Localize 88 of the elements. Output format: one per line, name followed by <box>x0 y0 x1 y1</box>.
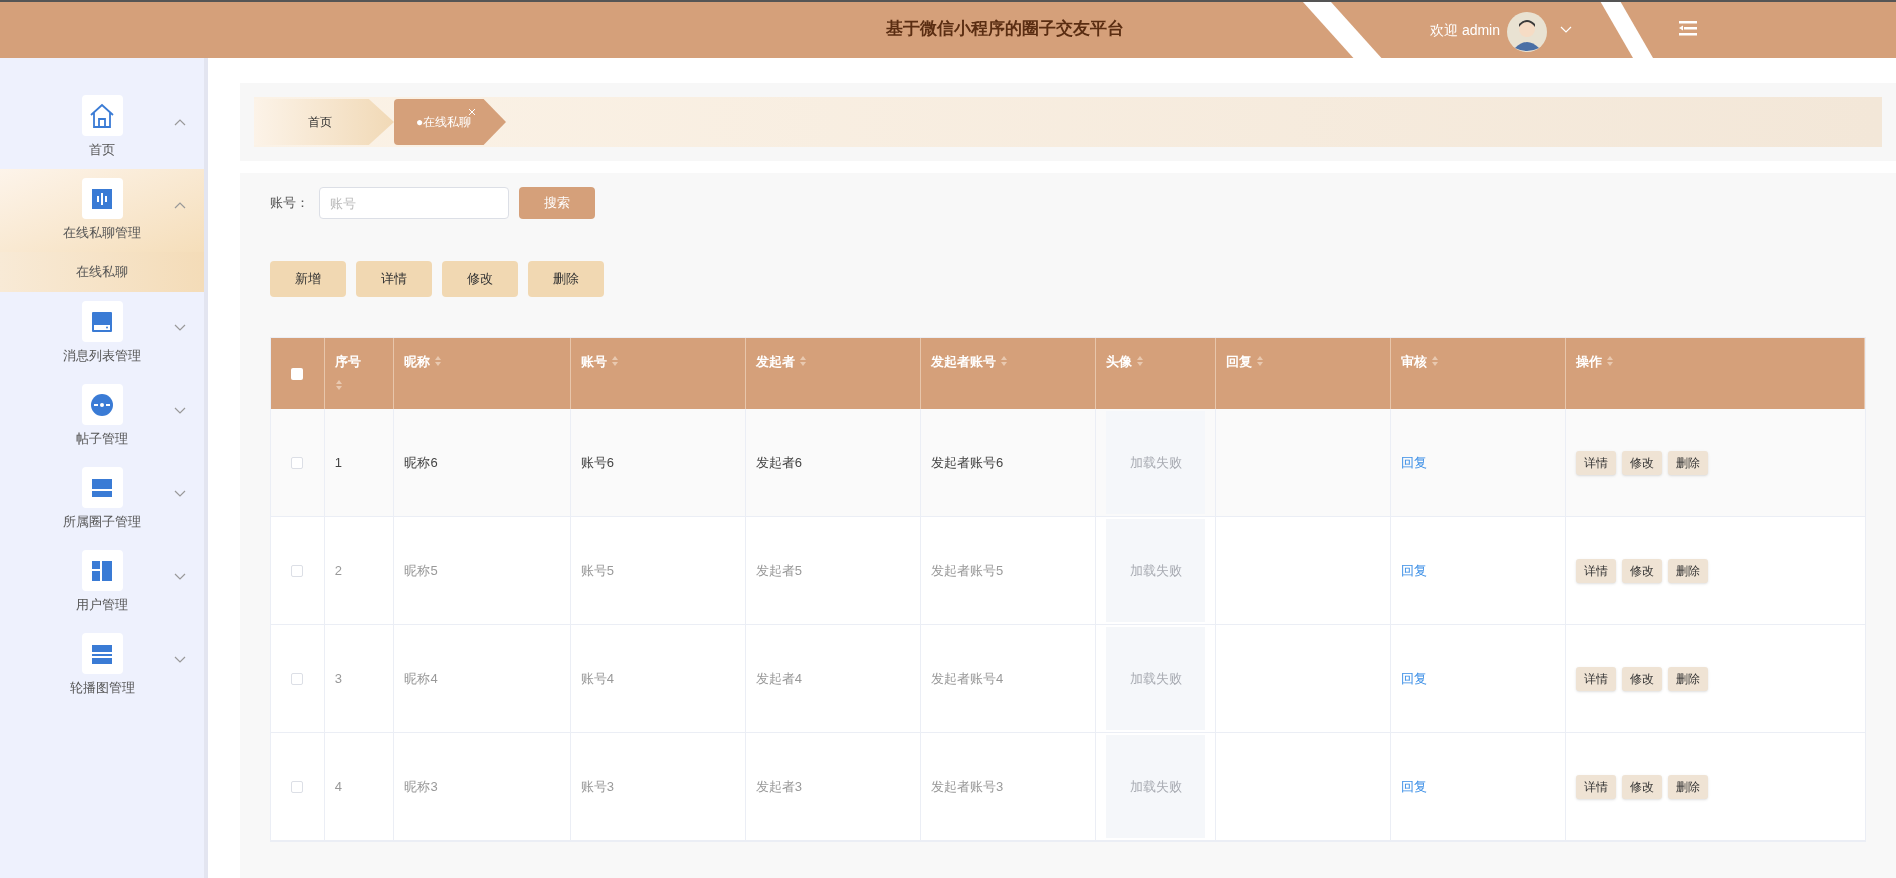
welcome-text: 欢迎 admin <box>1430 21 1501 40</box>
table-cell-text: 发起者6 <box>755 453 803 472</box>
toolbar-button[interactable]: 删除 <box>528 261 604 297</box>
row-action-button[interactable]: 详情 <box>1576 774 1617 799</box>
sidebar-label: 轮播图管理 <box>69 679 135 698</box>
sort-icon[interactable] <box>434 355 443 367</box>
select-all-checkbox[interactable] <box>291 367 304 380</box>
row-action-button[interactable]: 修改 <box>1622 774 1663 799</box>
table-cell-text: 发起者账号3 <box>931 777 1004 796</box>
chevron-down-icon[interactable] <box>174 490 186 498</box>
sidebar-label: 所属圈子管理 <box>63 513 141 532</box>
image-error-text: 加载失败 <box>1129 777 1182 796</box>
close-icon[interactable] <box>468 108 476 116</box>
sort-icon[interactable] <box>1431 355 1440 367</box>
row-action-button[interactable]: 修改 <box>1622 450 1663 475</box>
sidebar-label: 在线私聊管理 <box>63 224 141 243</box>
sidebar-item[interactable]: 所属圈子管理 <box>0 458 204 541</box>
row-action-button[interactable]: 修改 <box>1622 558 1663 583</box>
table-cell-text: 昵称4 <box>404 669 438 688</box>
table-cell-text: 昵称6 <box>404 453 438 472</box>
row-action-button[interactable]: 详情 <box>1576 450 1617 475</box>
row-action-button[interactable]: 详情 <box>1576 558 1617 583</box>
table-cell-text: 账号4 <box>580 669 614 688</box>
sidebar-item[interactable]: 消息列表管理 <box>0 292 204 375</box>
sort-icon[interactable] <box>1606 355 1615 367</box>
app-title: 基于微信小程序的圈子交友平台 <box>886 18 1124 40</box>
table-cell-text: 发起者账号4 <box>931 669 1004 688</box>
search-label: 账号： <box>270 194 309 213</box>
table-cell-text: 账号5 <box>580 561 614 580</box>
row-checkbox[interactable] <box>291 780 304 793</box>
sidebar-label: 首页 <box>89 141 115 160</box>
account-field[interactable]: 账号 <box>319 187 509 219</box>
row-action-button[interactable]: 删除 <box>1668 774 1709 799</box>
breadcrumb-label: ●在线私聊 <box>416 114 472 131</box>
sort-icon[interactable] <box>798 355 807 367</box>
image-error-text: 加载失败 <box>1129 669 1182 688</box>
chevron-down-icon[interactable] <box>174 573 186 581</box>
chevron-down-icon[interactable] <box>174 407 186 415</box>
sidebar-label: 用户管理 <box>76 596 128 615</box>
sidebar-item[interactable]: 首页 <box>0 86 204 169</box>
table-cell-text: 发起者3 <box>755 777 803 796</box>
toolbar-button[interactable]: 新增 <box>270 261 346 297</box>
reply-link[interactable]: 回复 <box>1401 668 1428 689</box>
reply-link[interactable]: 回复 <box>1401 776 1428 797</box>
row-action-button[interactable]: 删除 <box>1668 666 1709 691</box>
sort-icon[interactable] <box>1255 355 1264 367</box>
toolbar-button[interactable]: 修改 <box>442 261 518 297</box>
sort-icon[interactable] <box>334 378 343 391</box>
table-cell-text: 昵称5 <box>404 561 438 580</box>
breadcrumb-label: 首页 <box>308 114 332 131</box>
sidebar-item[interactable]: 用户管理 <box>0 541 204 624</box>
table-cell-text: 账号6 <box>580 453 614 472</box>
table-cell-text: 发起者账号5 <box>931 561 1004 580</box>
row-action-button[interactable]: 修改 <box>1622 666 1663 691</box>
table-cell-text: 发起者5 <box>755 561 803 580</box>
menu-icon[interactable] <box>1679 20 1697 36</box>
chevron-up-icon[interactable] <box>174 118 186 126</box>
image-error-text: 加载失败 <box>1129 561 1182 580</box>
avatar-icon[interactable] <box>1507 12 1547 52</box>
chevron-down-icon[interactable] <box>174 656 186 664</box>
reply-link[interactable]: 回复 <box>1401 560 1428 581</box>
sidebar-label: 消息列表管理 <box>63 347 141 366</box>
table-cell-text: 发起者账号6 <box>931 453 1004 472</box>
row-checkbox[interactable] <box>291 672 304 685</box>
chevron-down-icon[interactable] <box>174 324 186 332</box>
table-cell-text: 4 <box>334 777 342 796</box>
row-checkbox[interactable] <box>291 564 304 577</box>
row-checkbox[interactable] <box>291 456 304 469</box>
sort-icon[interactable] <box>610 355 619 367</box>
table-cell-text: 1 <box>334 453 342 472</box>
image-error-text: 加载失败 <box>1129 453 1182 472</box>
table-cell-text: 发起者4 <box>755 669 803 688</box>
table-cell-text: 昵称3 <box>404 777 438 796</box>
sidebar-label: 帖子管理 <box>76 430 128 449</box>
chevron-up-icon[interactable] <box>174 201 186 209</box>
submenu-item[interactable]: 在线私聊 <box>0 252 204 292</box>
sort-icon[interactable] <box>1000 355 1009 367</box>
table-cell-text: 2 <box>334 561 342 580</box>
table-cell-text: 账号3 <box>580 777 614 796</box>
sidebar-item[interactable]: 帖子管理 <box>0 375 204 458</box>
row-action-button[interactable]: 删除 <box>1668 558 1709 583</box>
sort-icon[interactable] <box>1136 355 1145 367</box>
sidebar-item[interactable]: 轮播图管理 <box>0 624 204 707</box>
table-cell-text: 3 <box>334 669 342 688</box>
row-action-button[interactable]: 删除 <box>1668 450 1709 475</box>
row-action-button[interactable]: 详情 <box>1576 666 1617 691</box>
sidebar-item[interactable]: 在线私聊管理 <box>0 169 204 252</box>
toolbar-button[interactable]: 详情 <box>356 261 432 297</box>
